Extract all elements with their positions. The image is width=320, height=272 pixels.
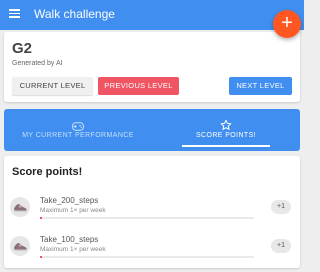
progress-bar — [40, 217, 254, 219]
list-item[interactable]: Take_200_steps Maximum 1× per week +1 — [4, 192, 300, 220]
section-title: Score points! — [12, 166, 83, 178]
shoe-icon — [10, 236, 30, 256]
add-point-button[interactable]: +1 — [271, 200, 291, 214]
app-title: Walk challenge — [34, 7, 115, 21]
tab-bar: MY CURRENT PERFORMANCE SCORE POINTS! — [4, 109, 300, 151]
app-bar: Walk challenge — [0, 0, 304, 30]
level-card: G2 Generated by AI CURRENT LEVEL PREVIOU… — [4, 32, 300, 102]
menu-icon[interactable] — [9, 9, 20, 18]
level-subtitle: Generated by AI — [12, 60, 63, 67]
progress-bar — [40, 256, 254, 258]
add-point-button[interactable]: +1 — [271, 239, 291, 253]
add-fab-button[interactable]: + — [273, 10, 301, 38]
action-limit: Maximum 1× per week — [40, 246, 106, 253]
active-tab-indicator — [182, 145, 270, 147]
tab-label: MY CURRENT PERFORMANCE — [22, 132, 134, 139]
current-level-button[interactable]: CURRENT LEVEL — [12, 77, 93, 95]
action-limit: Maximum 1× per week — [40, 207, 106, 214]
level-name: G2 — [12, 40, 33, 57]
progress-fill — [40, 256, 43, 258]
tab-my-current-performance[interactable]: MY CURRENT PERFORMANCE — [4, 109, 152, 151]
shoe-icon — [10, 197, 30, 217]
tab-score-points[interactable]: SCORE POINTS! — [152, 109, 300, 151]
tab-label: SCORE POINTS! — [195, 132, 257, 139]
next-level-button[interactable]: NEXT LEVEL — [229, 77, 292, 95]
progress-fill — [40, 217, 43, 219]
previous-level-button[interactable]: PREVIOUS LEVEL — [98, 77, 179, 95]
score-points-card: Score points! Take_200_steps Maximum 1× … — [4, 156, 300, 268]
action-name: Take_100_steps — [40, 235, 99, 244]
action-name: Take_200_steps — [40, 196, 99, 205]
list-item[interactable]: Take_100_steps Maximum 1× per week +1 — [4, 231, 300, 259]
